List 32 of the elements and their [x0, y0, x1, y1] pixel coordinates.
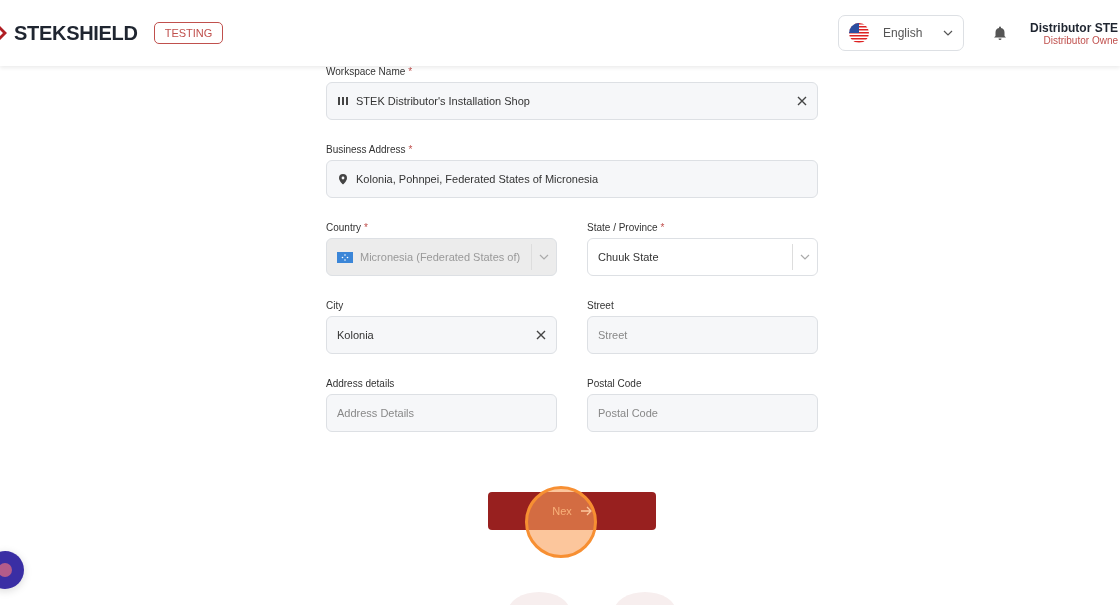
field-label: City	[326, 300, 344, 311]
brand-logo: STEKSHIELD	[14, 21, 138, 45]
field-label: Business Address	[326, 144, 406, 155]
bell-icon[interactable]	[992, 25, 1008, 41]
language-select[interactable]: English	[838, 15, 964, 51]
field-label: Address details	[326, 378, 395, 389]
user-role: Distributor Owne	[1043, 34, 1118, 46]
arrow-right-icon	[579, 506, 592, 516]
bars-icon	[337, 95, 349, 107]
user-name: Distributor STE	[1030, 20, 1118, 35]
field-label: Workspace Name	[326, 66, 406, 77]
required-mark: *	[364, 222, 368, 233]
chevron-logo-icon	[0, 26, 10, 40]
select-field[interactable]: Chuuk State	[587, 238, 818, 276]
field-label: Street	[587, 300, 614, 311]
required-mark: *	[408, 144, 413, 155]
clear-icon[interactable]	[797, 96, 807, 106]
required-mark: *	[660, 222, 665, 233]
required-mark: *	[408, 66, 413, 77]
input-field[interactable]: Address Details	[326, 394, 557, 432]
field-label: State / Province	[587, 222, 658, 233]
flag-icon	[849, 23, 869, 43]
input-field[interactable]: Kolonia, Pohnpei, Federated States of Micronesia	[326, 160, 818, 198]
field-label: Postal Code	[587, 378, 642, 389]
chevron-down-icon[interactable]	[943, 30, 953, 36]
clear-icon[interactable]	[536, 330, 546, 340]
location-pin-icon	[337, 173, 349, 185]
flag-icon	[337, 251, 353, 263]
field-label: Country	[326, 222, 361, 233]
input-field[interactable]: Kolonia	[326, 316, 557, 354]
input-field[interactable]: STEK Distributor's Installation Shop	[326, 82, 818, 120]
environment-badge: TESTING	[153, 22, 224, 44]
